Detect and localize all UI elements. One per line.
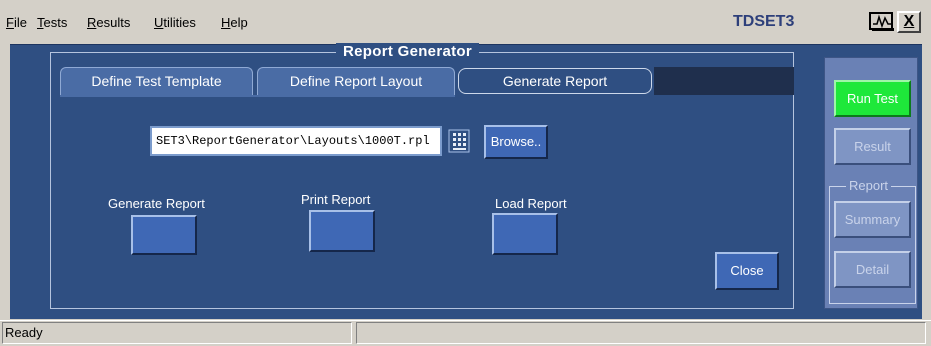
tab-divider: [60, 95, 455, 97]
result-button[interactable]: Result: [834, 128, 911, 165]
print-report-label: Print Report: [301, 192, 371, 207]
close-window-button[interactable]: X: [897, 11, 921, 33]
menu-file-rest: ile: [13, 15, 27, 30]
oscilloscope-icon[interactable]: [869, 12, 895, 32]
report-group-label: Report: [846, 178, 892, 194]
summary-button[interactable]: Summary: [834, 201, 911, 238]
detail-button[interactable]: Detail: [834, 251, 911, 288]
menu-utilities[interactable]: Utilities: [154, 15, 196, 30]
menu-results[interactable]: Results: [87, 15, 130, 30]
tab-strip-filler: [654, 67, 794, 95]
close-button[interactable]: Close: [715, 252, 779, 290]
menu-tests-rest: ests: [43, 15, 68, 30]
generate-report-label: Generate Report: [108, 196, 205, 211]
menu-file[interactable]: File: [6, 15, 27, 30]
status-text: Ready: [2, 322, 352, 344]
menu-help-mnemonic: H: [221, 15, 231, 30]
generate-report-button[interactable]: [131, 215, 197, 255]
app-title: TDSET3: [733, 13, 795, 30]
tab-define-test-template[interactable]: Define Test Template: [60, 67, 253, 95]
menu-utilities-rest: tilities: [163, 15, 196, 30]
panel-title: Report Generator: [336, 43, 479, 61]
menu-utilities-mnemonic: U: [154, 15, 164, 30]
tab-generate-report[interactable]: Generate Report: [458, 68, 652, 94]
menu-results-mnemonic: R: [87, 15, 97, 30]
browse-button[interactable]: Browse..: [484, 125, 548, 159]
menu-tests[interactable]: Tests: [37, 15, 67, 30]
tab-define-report-layout[interactable]: Define Report Layout: [257, 67, 455, 95]
print-report-button[interactable]: [309, 210, 375, 252]
keypad-icon[interactable]: [448, 129, 470, 153]
run-test-button[interactable]: Run Test: [834, 80, 911, 117]
load-report-label: Load Report: [495, 196, 567, 211]
menu-help-rest: elp: [230, 15, 248, 30]
menu-file-mnemonic: F: [6, 15, 14, 30]
menu-help[interactable]: Help: [221, 15, 248, 30]
status-pane-secondary: [356, 322, 926, 344]
menu-results-rest: esults: [96, 15, 131, 30]
load-report-button[interactable]: [492, 213, 558, 255]
layout-path-field[interactable]: SET3\ReportGenerator\Layouts\1000T.rpl: [150, 126, 442, 156]
